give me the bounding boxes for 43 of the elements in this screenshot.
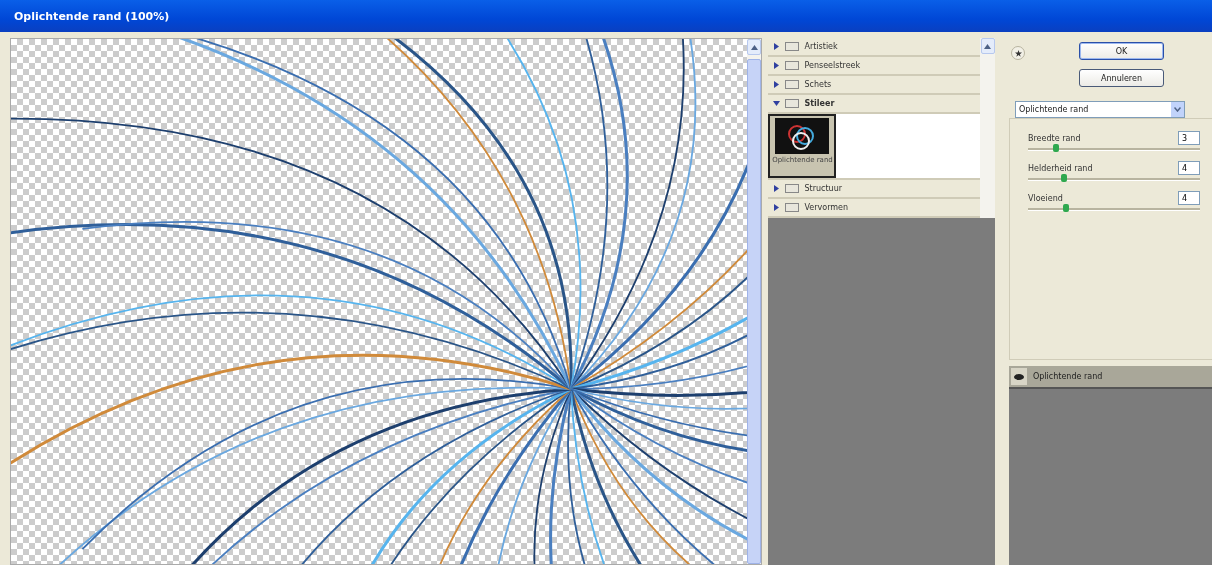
- category-label: Artistiek: [804, 42, 838, 51]
- slider-thumb[interactable]: [1061, 174, 1068, 182]
- category-label: Schets: [804, 80, 832, 89]
- caret-right-icon: [773, 43, 781, 50]
- scroll-up-button[interactable]: [747, 39, 762, 55]
- star-icon: [1014, 49, 1022, 57]
- category-label: Vervormen: [804, 203, 849, 212]
- setting-label: Vloeiend: [1028, 193, 1063, 203]
- setting-label: Breedte rand: [1028, 133, 1081, 143]
- folder-icon: [785, 61, 800, 70]
- caret-right-icon: [773, 204, 781, 211]
- folder-icon: [785, 203, 800, 212]
- number-field[interactable]: 4: [1178, 191, 1200, 205]
- eye-icon[interactable]: [1011, 368, 1027, 385]
- category-label: Structuur: [804, 184, 842, 193]
- caret-right-icon: [773, 81, 781, 88]
- number-field[interactable]: 4: [1178, 161, 1200, 175]
- arrow-up-icon: [984, 43, 991, 49]
- caret-right-icon: [773, 62, 781, 69]
- favorite-button[interactable]: [1011, 46, 1025, 60]
- scroll-up-button[interactable]: [980, 38, 995, 54]
- filter-dropdown[interactable]: Oplichtende rand: [1015, 101, 1185, 118]
- arrow-up-icon: [750, 44, 758, 50]
- setting-label: Helderheid rand: [1028, 163, 1093, 173]
- folder-icon: [785, 80, 800, 89]
- slider-thumb[interactable]: [1062, 204, 1069, 212]
- number-field[interactable]: 3: [1178, 131, 1200, 145]
- window-title: Oplichtende rand (100%): [14, 9, 170, 23]
- scroll-thumb[interactable]: [747, 59, 762, 564]
- ok-button[interactable]: OK: [1079, 42, 1164, 60]
- category-label: Penseelstreek: [804, 61, 861, 70]
- effect-layer-row[interactable]: Oplichtende rand: [1009, 366, 1212, 389]
- slider-thumb[interactable]: [1052, 144, 1059, 152]
- folder-icon: [785, 99, 800, 108]
- cancel-button[interactable]: Annuleren: [1079, 69, 1164, 87]
- category-label: Stileer: [804, 99, 835, 108]
- layer-label: Oplichtende rand: [1033, 372, 1103, 381]
- caret-right-icon: [773, 185, 781, 192]
- caret-down-icon: [773, 100, 781, 107]
- chevron-down-icon: [1174, 107, 1181, 112]
- glow-rings-icon: [775, 118, 830, 154]
- folder-icon: [785, 42, 800, 51]
- folder-icon: [785, 184, 800, 193]
